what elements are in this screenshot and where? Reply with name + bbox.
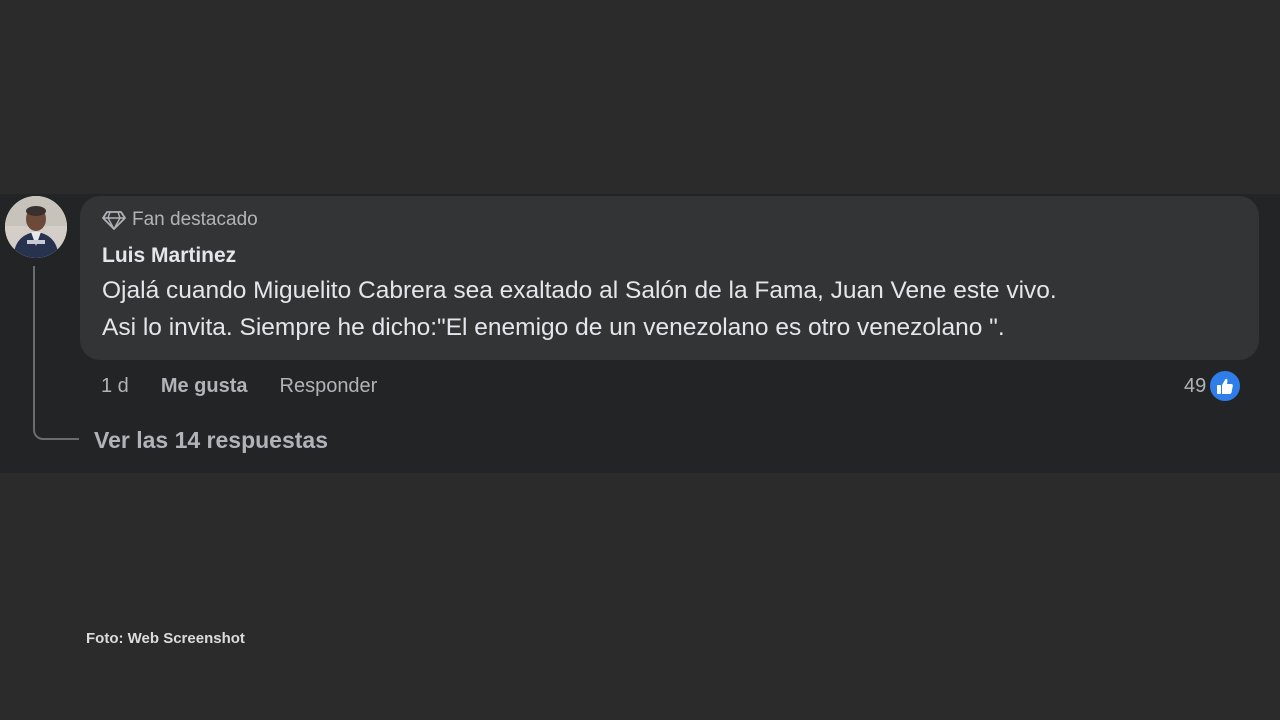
like-button[interactable]: Me gusta (161, 375, 248, 398)
comment-text: Ojalá cuando Miguelito Cabrera sea exalt… (102, 272, 1237, 346)
comment-text-line: Ojalá cuando Miguelito Cabrera sea exalt… (102, 277, 1057, 304)
comment-text-line: Asi lo invita. Siempre he dicho:"El enem… (102, 314, 1005, 341)
comment-author[interactable]: Luis Martinez (102, 244, 1237, 268)
photo-credit: Foto: Web Screenshot (86, 630, 245, 647)
view-replies-link[interactable]: Ver las 14 respuestas (94, 424, 328, 456)
reaction-summary[interactable]: 49 (1184, 368, 1243, 404)
comment-actions: 1 d Me gusta Responder (101, 372, 377, 400)
thumbs-up-icon (1208, 369, 1243, 403)
fan-badge-label: Fan destacado (132, 209, 258, 230)
page: Fan destacado Luis Martinez Ojalá cuando… (0, 0, 1280, 720)
reply-thread-line (33, 266, 79, 440)
avatar[interactable] (5, 196, 67, 258)
diamond-icon (102, 211, 126, 230)
reaction-count: 49 (1184, 374, 1207, 397)
reply-button[interactable]: Responder (280, 375, 378, 398)
comment-age[interactable]: 1 d (101, 375, 129, 398)
fan-badge[interactable]: Fan destacado (102, 208, 1237, 232)
comment-bubble: Fan destacado Luis Martinez Ojalá cuando… (80, 196, 1259, 360)
